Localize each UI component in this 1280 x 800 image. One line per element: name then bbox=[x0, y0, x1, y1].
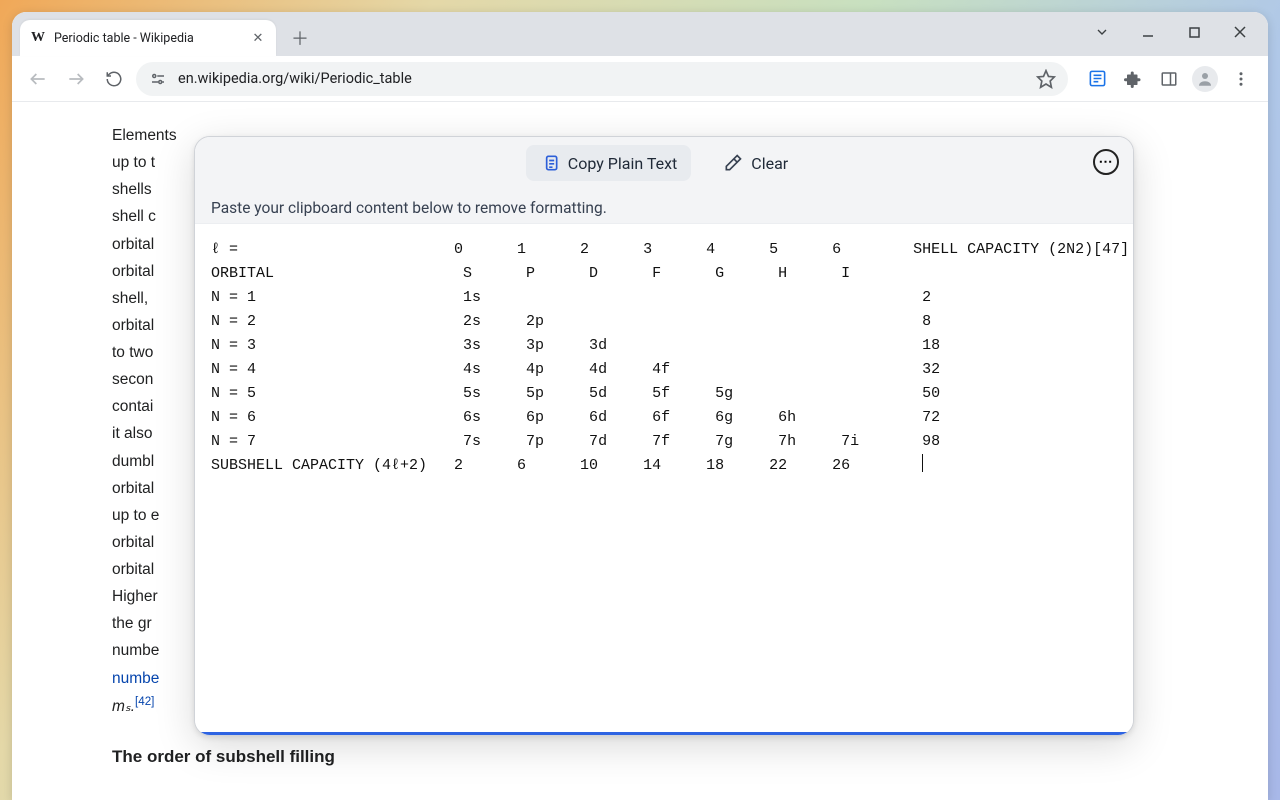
clipboard-editor[interactable]: ℓ = 0 1 2 3 4 5 6 SHELL CAPACITY (2N2)[4… bbox=[195, 224, 1133, 735]
forward-icon[interactable] bbox=[60, 63, 92, 95]
clipboard-panel: Copy Plain Text Clear ⋯ Paste your clipb… bbox=[194, 136, 1134, 736]
wikipedia-favicon: W bbox=[30, 30, 46, 46]
browser-toolbar: en.wikipedia.org/wiki/Periodic_table bbox=[12, 56, 1268, 102]
text-cursor bbox=[922, 454, 923, 472]
copy-label: Copy Plain Text bbox=[568, 154, 677, 173]
sidepanel-icon[interactable] bbox=[1152, 63, 1186, 95]
tab-title: Periodic table - Wikipedia bbox=[54, 31, 242, 46]
site-info-icon[interactable] bbox=[148, 69, 168, 89]
reload-icon[interactable] bbox=[98, 63, 130, 95]
extensions-icon[interactable] bbox=[1116, 63, 1150, 95]
tab-search-icon[interactable] bbox=[1080, 16, 1124, 48]
bookmark-star-icon[interactable] bbox=[1036, 69, 1056, 89]
profile-avatar[interactable] bbox=[1188, 63, 1222, 95]
maximize-icon[interactable] bbox=[1172, 16, 1216, 48]
new-tab-button[interactable]: ＋ bbox=[286, 24, 314, 52]
tab-strip: W Periodic table - Wikipedia ✕ ＋ bbox=[12, 12, 1268, 56]
panel-toolbar: Copy Plain Text Clear ⋯ bbox=[195, 137, 1133, 189]
url-text: en.wikipedia.org/wiki/Periodic_table bbox=[178, 70, 412, 87]
kebab-menu-icon[interactable] bbox=[1224, 63, 1258, 95]
browser-window: W Periodic table - Wikipedia ✕ ＋ bbox=[12, 12, 1268, 800]
eraser-icon bbox=[723, 153, 743, 173]
copy-plain-text-button[interactable]: Copy Plain Text bbox=[526, 145, 691, 181]
panel-subtitle: Paste your clipboard content below to re… bbox=[195, 189, 1133, 224]
close-window-icon[interactable] bbox=[1218, 16, 1262, 48]
browser-tab[interactable]: W Periodic table - Wikipedia ✕ bbox=[20, 20, 276, 56]
panel-more-icon[interactable]: ⋯ bbox=[1093, 149, 1119, 175]
clear-button[interactable]: Clear bbox=[709, 145, 802, 181]
back-icon[interactable] bbox=[22, 63, 54, 95]
article-heading: The order of subshell filling bbox=[112, 742, 1012, 776]
clear-label: Clear bbox=[751, 154, 788, 173]
close-tab-icon[interactable]: ✕ bbox=[250, 30, 266, 46]
minimize-icon[interactable] bbox=[1126, 16, 1170, 48]
window-controls bbox=[1080, 16, 1262, 48]
address-bar[interactable]: en.wikipedia.org/wiki/Periodic_table bbox=[136, 62, 1068, 96]
extension-box-icon[interactable] bbox=[1080, 63, 1114, 95]
toolbar-right-icons bbox=[1080, 63, 1258, 95]
copy-icon bbox=[540, 153, 560, 173]
quantum-number-link[interactable]: numbe bbox=[112, 670, 159, 687]
